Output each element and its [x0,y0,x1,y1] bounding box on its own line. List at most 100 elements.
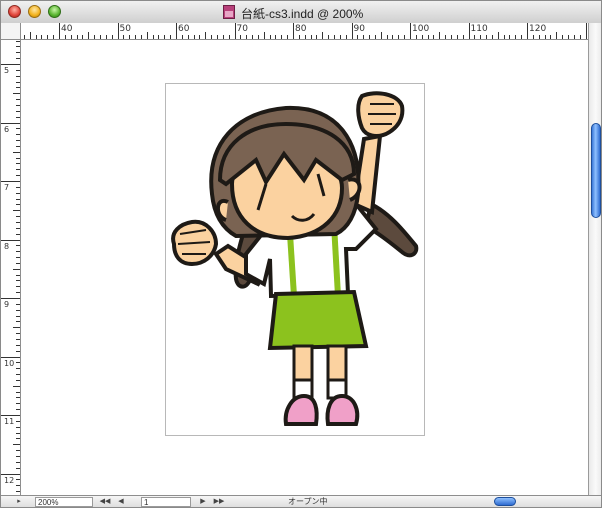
ruler-tick [16,344,20,346]
prev-page-icon[interactable]: ◀ [115,497,127,507]
ruler-tick [222,35,224,39]
ruler-tick [515,35,517,39]
ruler-tick [474,35,476,39]
page-number-field[interactable]: 1 [141,497,191,507]
ruler-label: 6 [4,124,10,134]
ruler-label: 120 [529,24,547,34]
minimize-window-button[interactable] [28,5,41,18]
ruler-tick [135,35,137,39]
cursor-icon[interactable]: ▸ [13,497,25,507]
ruler-tick [16,145,20,147]
ruler-tick [328,35,330,39]
ruler-tick [16,286,20,288]
ruler-tick [445,35,447,39]
zoom-level-field[interactable]: 200% [35,497,93,507]
vertical-scrollbar[interactable] [588,23,601,495]
ruler-tick [439,32,441,39]
ruler-tick [16,87,20,89]
ruler-tick [64,35,66,39]
ruler-tick [16,309,20,311]
ruler-tick [16,257,20,259]
ruler-tick [392,35,394,39]
ruler-tick [16,321,20,323]
ruler-tick [538,35,540,39]
ruler-tick [456,35,458,39]
ruler-tick [433,35,435,39]
ruler-tick [562,35,564,39]
ruler-tick [1,64,20,65]
ruler-tick [16,81,20,83]
ruler-tick [140,35,142,39]
ruler-tick [88,32,90,39]
ruler-tick [527,23,528,39]
ruler-tick [404,35,406,39]
ruler-tick [16,303,20,305]
ruler-tick [16,438,20,440]
document-page[interactable] [165,83,425,436]
ruler-tick [16,338,20,340]
ruler-tick [16,420,20,422]
ruler-tick [1,122,20,124]
horizontal-scroll-thumb[interactable] [494,497,516,506]
ruler-tick [16,192,20,194]
ruler-tick [16,455,20,457]
ruler-tick [13,151,20,153]
close-window-button[interactable] [8,5,21,18]
ruler-tick [16,333,20,335]
ruler-origin[interactable] [1,23,21,40]
ruler-tick [16,99,20,101]
ruler-tick [94,35,96,39]
ruler-tick [181,35,183,39]
last-page-icon[interactable]: ▶▶ [213,497,225,507]
ruler-tick [16,75,20,77]
ruler-tick [16,292,20,294]
ruler-tick [47,35,49,39]
horizontal-ruler[interactable]: 405060708090100110120130 [21,23,588,40]
ruler-tick [16,198,20,200]
ruler-tick [410,23,411,39]
ruler-label: 10 [4,358,15,368]
ruler-tick [29,32,31,39]
vertical-ruler[interactable]: 5 6 7 8 9 10 11 12 [1,40,21,495]
ruler-tick [41,35,43,39]
ruler-tick [99,35,101,39]
ruler-tick [16,69,20,71]
ruler-tick [16,280,20,282]
ruler-label: 110 [470,24,488,34]
next-page-icon[interactable]: ▶ [197,497,209,507]
title-bar[interactable]: 台紙-cs3.indd @ 200% [1,1,601,24]
ruler-label: 7 [4,183,10,192]
ruler-tick [246,35,248,39]
ruler-tick [16,40,20,42]
first-page-icon[interactable]: ◀◀ [99,497,111,507]
ruler-tick [16,58,20,60]
ruler-tick [59,23,60,39]
ruler-label: 60 [178,24,190,34]
ruler-tick [16,157,20,159]
ruler-tick [16,368,20,370]
pasteboard[interactable] [21,40,588,495]
ruler-tick [287,35,289,39]
ruler-tick [339,35,341,39]
ruler-tick [16,110,20,112]
ruler-tick [16,403,20,405]
ruler-tick [16,245,20,247]
ruler-label: 80 [295,24,307,34]
ruler-tick [111,35,113,39]
ruler-tick [16,432,20,434]
ruler-tick [16,485,20,487]
ruler-tick [205,32,207,39]
ruler-tick [363,35,365,39]
ruler-tick [234,23,236,39]
ruler-tick [16,262,20,264]
zoom-window-button[interactable] [48,5,61,18]
ruler-tick [322,32,324,39]
girl-illustration[interactable] [166,84,424,435]
ruler-tick [82,35,84,39]
vertical-scroll-thumb[interactable] [591,123,601,218]
ruler-tick [16,467,20,469]
ruler-tick [13,385,20,387]
ruler-tick [16,163,20,165]
ruler-tick [357,35,359,39]
ruler-tick [556,32,558,39]
